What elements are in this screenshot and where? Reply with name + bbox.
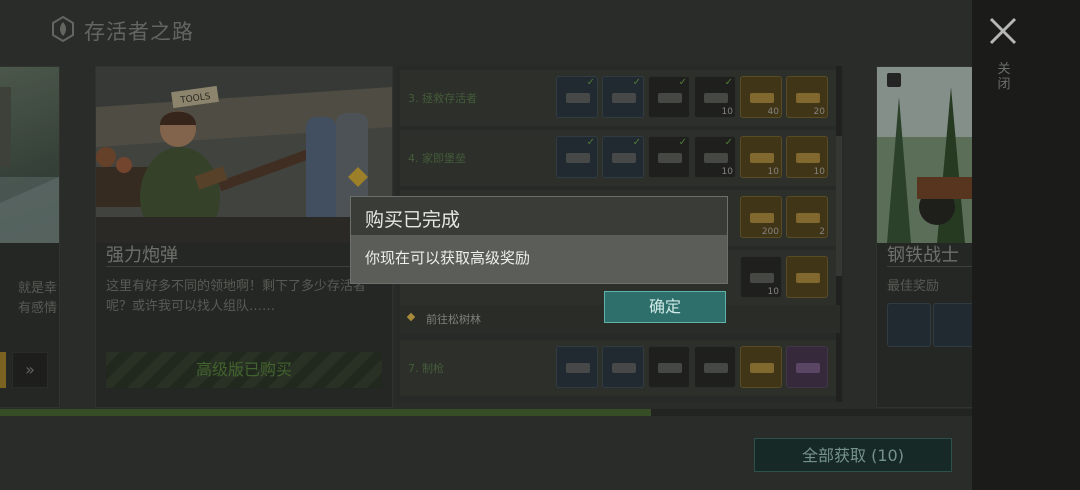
purchase-complete-dialog: 购买已完成 你现在可以获取高级奖励 xyxy=(351,197,727,283)
goto-location-label: 前往松树林 xyxy=(426,313,481,326)
dialog-title-bar: 购买已完成 xyxy=(351,197,727,235)
close-icon[interactable] xyxy=(986,14,1020,48)
close-label[interactable]: 关闭 xyxy=(996,62,1012,92)
dialog-title: 购买已完成 xyxy=(365,209,461,231)
diamond-bullet-icon xyxy=(406,312,416,322)
confirm-button[interactable]: 确定 xyxy=(604,291,726,323)
game-screen: 存活者之路 就是幸 有感情 » TOOLS 强力炮弹 这里有好多不同的领地啊！剩… xyxy=(0,0,1080,490)
dialog-message: 你现在可以获取高级奖励 xyxy=(365,249,531,267)
right-side-panel xyxy=(972,0,1080,490)
